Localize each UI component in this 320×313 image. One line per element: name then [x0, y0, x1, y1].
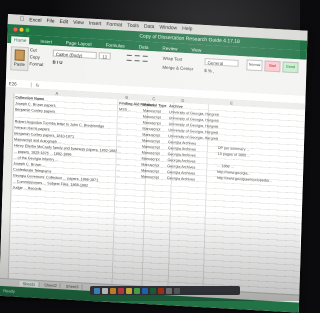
wrap-text-button[interactable]: Wrap Text: [163, 56, 183, 62]
menu-insert[interactable]: Insert: [89, 21, 102, 28]
column-c-header[interactable]: C: [152, 96, 155, 101]
safari-icon[interactable]: [110, 287, 116, 294]
font-family-select[interactable]: Calibri (Body): [52, 49, 97, 60]
name-box[interactable]: E26: [5, 80, 32, 87]
menu-file[interactable]: File: [46, 18, 54, 24]
copy-button[interactable]: Copy: [30, 54, 40, 60]
bold-italic-underline-buttons[interactable]: B I U: [52, 60, 62, 66]
fx-icon[interactable]: fx: [32, 82, 44, 88]
close-window-icon[interactable]: [13, 27, 18, 32]
trash-icon[interactable]: [174, 287, 180, 294]
align-center-icon[interactable]: [134, 55, 140, 62]
menu-view[interactable]: View: [73, 20, 84, 27]
monitor-screen:  Excel File Edit View Insert Format Too…: [0, 14, 308, 313]
menu-data[interactable]: Data: [144, 24, 155, 31]
apple-icon[interactable]: : [20, 17, 25, 23]
zoom-window-icon[interactable]: [25, 27, 30, 33]
style-good[interactable]: Good: [282, 61, 299, 74]
cell-styles-gallery[interactable]: Normal Bad Good: [246, 59, 299, 74]
column-a-header[interactable]: A: [55, 90, 58, 95]
table-cell[interactable]: ...: [117, 172, 120, 178]
column-d-header[interactable]: D: [181, 97, 184, 102]
menu-help[interactable]: Help: [182, 26, 192, 33]
status-text: Ready: [3, 288, 15, 294]
messages-icon[interactable]: [134, 287, 140, 294]
cut-button[interactable]: Cut: [30, 47, 37, 52]
worksheet-grid[interactable]: Collection Name Finding Aid Number Materia…: [0, 92, 306, 295]
menu-format[interactable]: Format: [106, 22, 122, 29]
finder-icon[interactable]: [94, 287, 100, 294]
table-cell[interactable]: ...: [119, 112, 122, 118]
paste-label: Paste: [13, 61, 26, 68]
align-left-icon[interactable]: [126, 54, 132, 61]
menu-tools[interactable]: Tools: [127, 23, 139, 30]
mac-dock: [90, 286, 240, 295]
launchpad-icon[interactable]: [102, 287, 108, 294]
merge-center-button[interactable]: Merge & Center: [162, 65, 193, 72]
style-normal[interactable]: Normal: [246, 59, 263, 72]
number-format-select[interactable]: General: [204, 58, 239, 67]
format-painter-button[interactable]: Format: [29, 61, 43, 67]
excel-icon[interactable]: [150, 287, 156, 294]
notes-icon[interactable]: [126, 287, 132, 294]
menu-excel[interactable]: Excel: [29, 17, 41, 24]
menu-edit[interactable]: Edit: [59, 19, 68, 25]
word-icon[interactable]: [142, 287, 148, 294]
paste-button[interactable]: Paste: [10, 46, 29, 72]
window-controls: [13, 27, 30, 33]
align-right-icon[interactable]: [142, 55, 148, 62]
minimize-window-icon[interactable]: [19, 27, 24, 32]
alignment-icons[interactable]: [126, 54, 148, 62]
settings-icon[interactable]: [166, 287, 172, 294]
column-e-header[interactable]: E: [230, 100, 233, 105]
style-bad[interactable]: Bad: [264, 60, 281, 73]
calendar-icon[interactable]: [118, 287, 124, 294]
clipboard-icon: [14, 49, 25, 61]
powerpoint-icon[interactable]: [158, 287, 164, 294]
column-b-header[interactable]: B: [125, 94, 128, 99]
table-cell[interactable]: Manuscript: [141, 174, 159, 181]
menu-window[interactable]: Window: [159, 24, 177, 31]
font-size-select[interactable]: 12: [98, 52, 111, 60]
number-format-buttons[interactable]: $ % ,: [204, 68, 214, 74]
